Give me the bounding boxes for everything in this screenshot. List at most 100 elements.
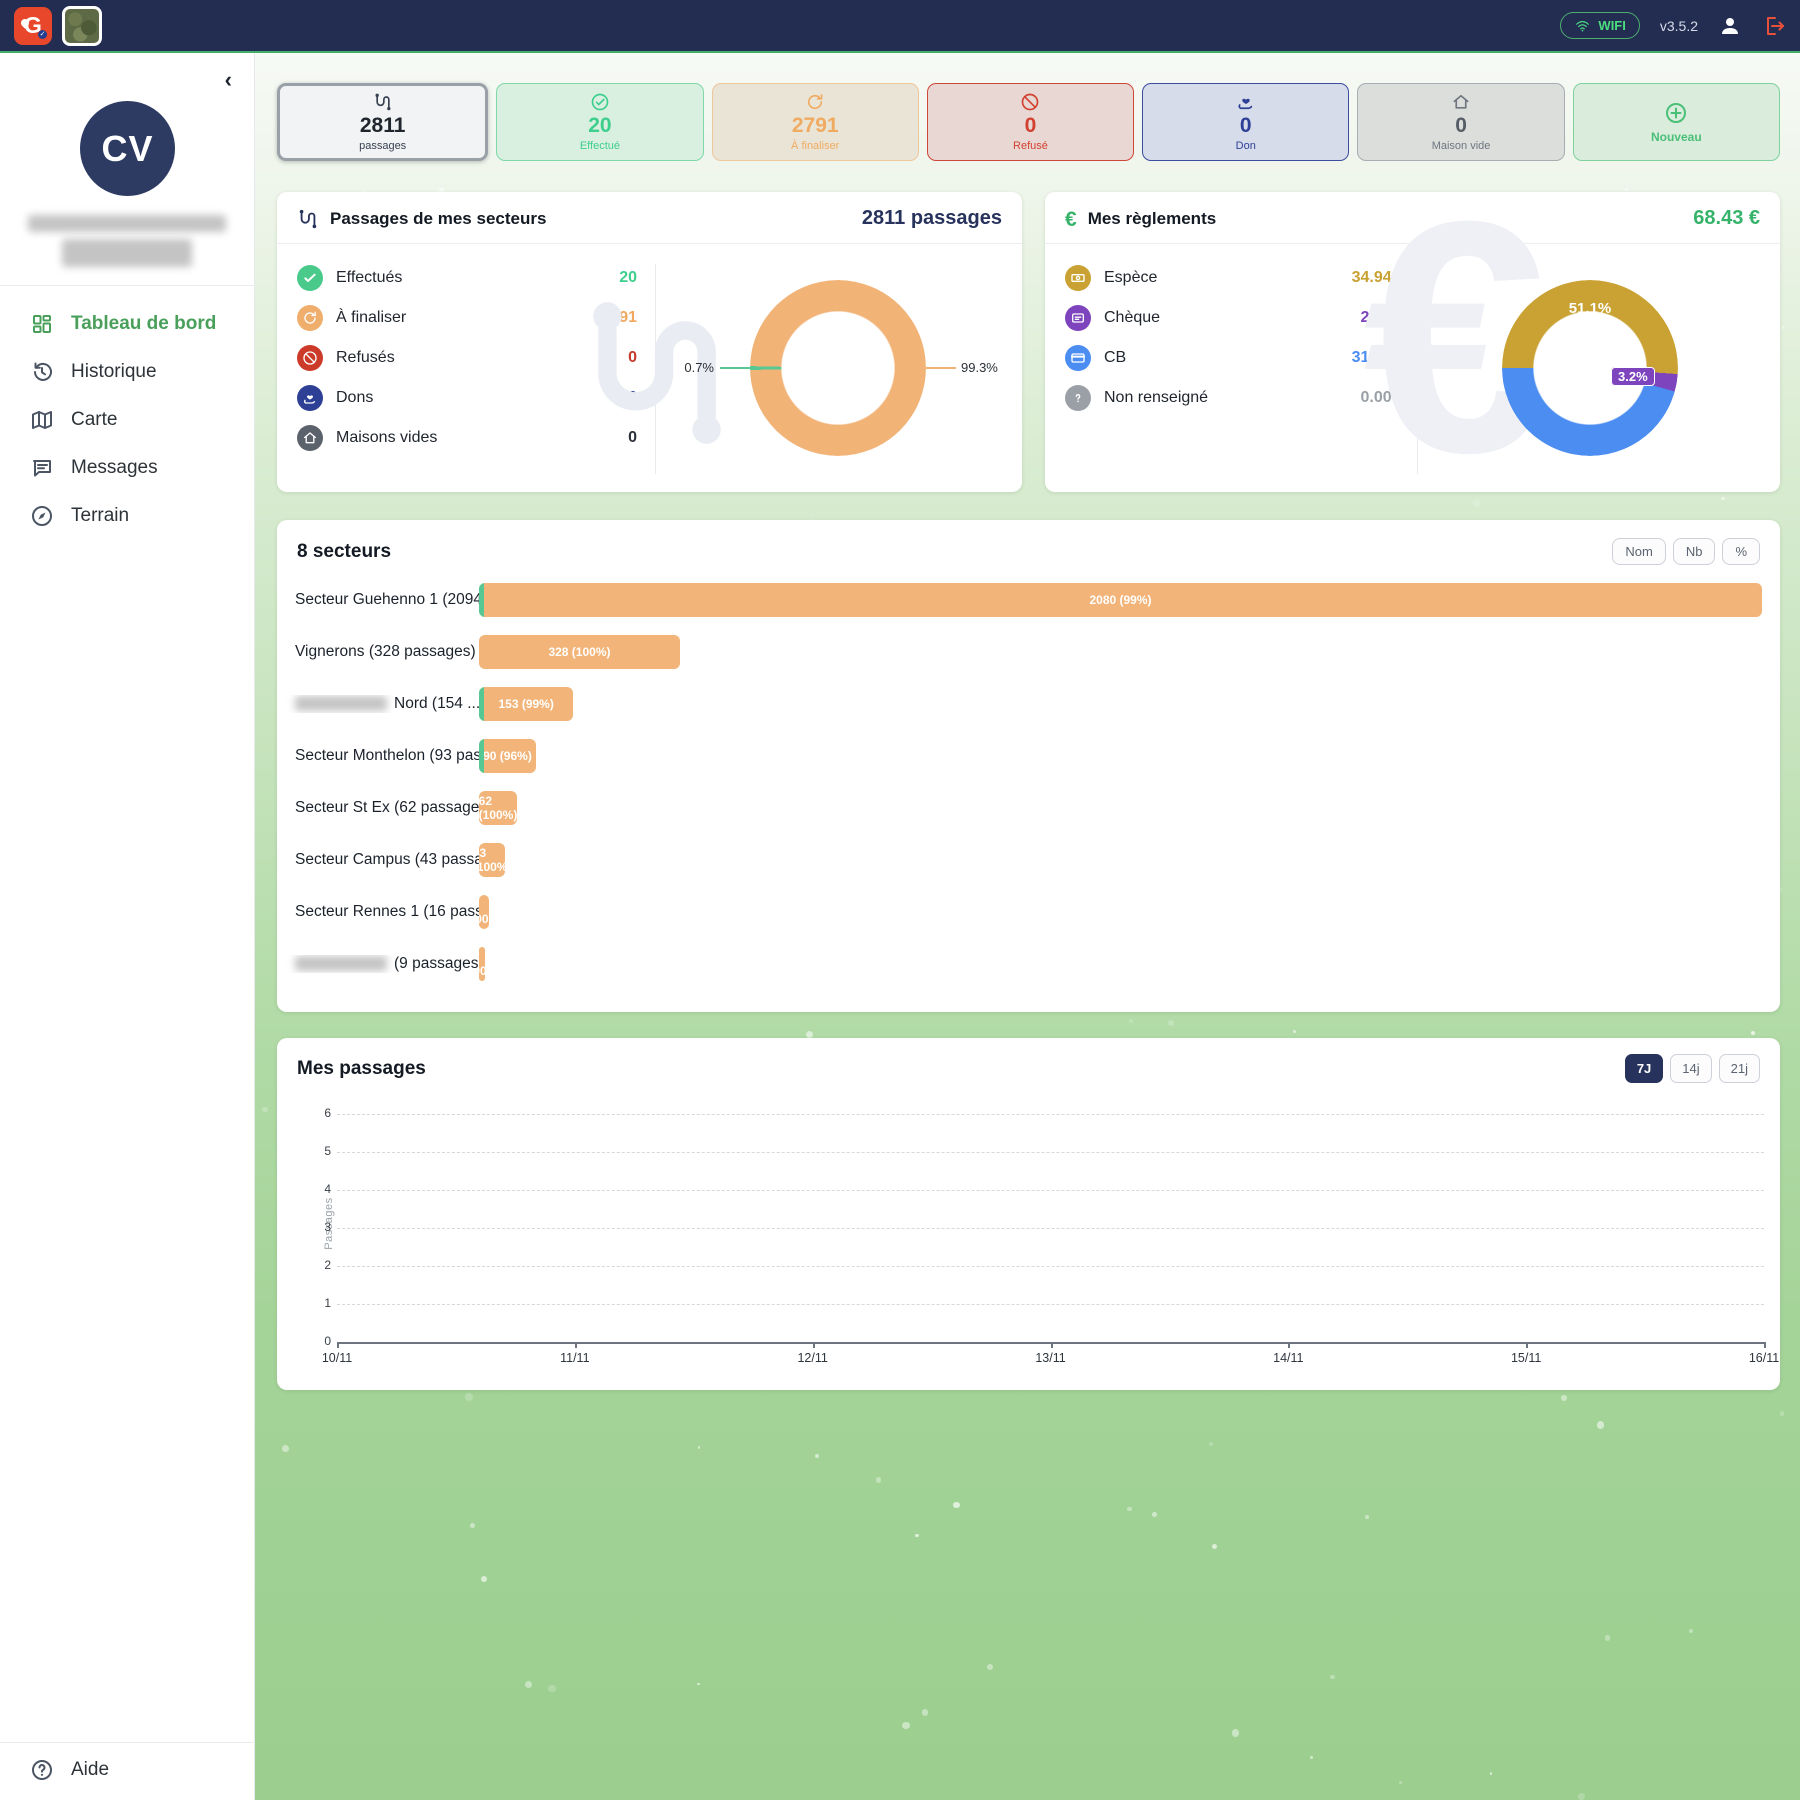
stat-value: 0: [1455, 114, 1467, 137]
snow-dot: [481, 1576, 488, 1583]
payment-row: Chèque2.22 €: [1065, 298, 1405, 338]
snow-dot: [1561, 1395, 1567, 1401]
sidebar-item-dashboard[interactable]: Tableau de bord: [0, 300, 255, 348]
hand-heart-icon: [297, 385, 323, 411]
sidebar-item-map[interactable]: Carte: [0, 396, 255, 444]
range-buttons: 7J14j 21j: [1625, 1054, 1760, 1083]
map-thumbnail[interactable]: [62, 6, 102, 46]
card-title: Mes règlements: [1088, 209, 1217, 229]
logout-icon[interactable]: [1762, 14, 1786, 38]
sidebar-item-label: Aide: [71, 1759, 109, 1781]
snow-dot: [953, 1502, 960, 1509]
snow-dot: [697, 1683, 700, 1686]
stat-card-don[interactable]: 0Don: [1142, 83, 1349, 161]
map-icon: [30, 408, 54, 432]
snow-dot: [1751, 1031, 1755, 1035]
wifi-label: WIFI: [1598, 18, 1625, 33]
gridline-y2: [337, 1266, 1764, 1267]
stat-card-refus-[interactable]: 0Refusé: [927, 83, 1134, 161]
secteur-bar[interactable]: 153 (99%): [479, 687, 573, 721]
passage-status-label: À finaliser: [336, 309, 564, 327]
payment-label: Non renseigné: [1104, 389, 1332, 407]
x-tick-label: 14/11: [1273, 1351, 1303, 1365]
secteur-bar-zone: 16 (100%): [479, 895, 1780, 929]
snow-dot: [470, 1523, 476, 1529]
stat-card-effectu-[interactable]: 20Effectué: [496, 83, 703, 161]
x-tick-mark: [813, 1342, 815, 1348]
stat-value: 2791: [792, 114, 839, 137]
sort-button-%[interactable]: %: [1722, 538, 1760, 565]
history-icon: [30, 360, 54, 384]
y-tick-label: 3: [301, 1220, 331, 1234]
snow-dot: [1127, 1507, 1132, 1512]
sidebar-item-aide[interactable]: Aide: [0, 1743, 255, 1800]
stat-card-passages[interactable]: 2811passages: [277, 83, 488, 161]
snow-dot: [1152, 1512, 1157, 1517]
stat-card--finaliser[interactable]: 2791À finaliser: [712, 83, 919, 161]
sidebar-item-compass[interactable]: Terrain: [0, 492, 255, 540]
secteur-bar[interactable]: 62 (100%): [479, 791, 517, 825]
range-button-14j[interactable]: 14j: [1670, 1054, 1711, 1083]
range-button-21j[interactable]: 21j: [1719, 1054, 1760, 1083]
range-button-7j[interactable]: 7J: [1625, 1054, 1663, 1083]
payment-value: 2.22 €: [1345, 309, 1405, 327]
passage-status-value: 20: [577, 269, 637, 287]
sort-button-nb[interactable]: Nb: [1673, 538, 1716, 565]
sort-button-nom[interactable]: Nom: [1612, 538, 1665, 565]
sidebar-item-chat[interactable]: Messages: [0, 444, 255, 492]
card-title-group: Passages de mes secteurs: [297, 208, 546, 230]
snow-dot: [262, 1107, 267, 1112]
wifi-icon: [1574, 19, 1591, 33]
stat-value: 20: [588, 114, 611, 137]
snow-dot: [876, 1477, 881, 1482]
card-title: Passages de mes secteurs: [330, 209, 546, 229]
passage-status-label: Effectués: [336, 269, 564, 287]
secteur-bar-zone: 90 (96%): [479, 739, 1780, 773]
app-logo-icon[interactable]: G ✓: [14, 7, 52, 45]
secteur-bar[interactable]: 328 (100%): [479, 635, 680, 669]
stat-card-maison-vide[interactable]: 0Maison vide: [1357, 83, 1564, 161]
card-glyph: [1070, 350, 1086, 366]
secteurs-title: 8 secteurs: [297, 541, 391, 563]
snow-dot: [987, 1664, 993, 1670]
sidebar-item-history[interactable]: Historique: [0, 348, 255, 396]
vertical-divider: [1417, 264, 1418, 474]
check-badge-icon: ✓: [38, 30, 47, 39]
user-icon[interactable]: [1718, 14, 1742, 38]
passages-total: 2811 passages: [862, 207, 1002, 230]
card-icon: [1065, 345, 1091, 371]
stat-label: Don: [1236, 140, 1256, 152]
stat-card-nouveau[interactable]: Nouveau: [1573, 83, 1780, 161]
secteur-bar[interactable]: 9 (100%): [479, 947, 485, 981]
secteur-row: Secteur Guehenno 1 (2094 ...2080 (99%): [277, 574, 1780, 626]
secteur-label: Secteur Monthelon (93 pas...: [277, 747, 479, 765]
snow-dot: [548, 1685, 555, 1692]
y-tick-label: 5: [301, 1144, 331, 1158]
check-glyph: [302, 270, 318, 286]
donut-label-espece: 51.1%: [1502, 300, 1678, 317]
sidebar-collapse-button[interactable]: ‹: [225, 69, 232, 91]
hand-heart-icon: [1236, 92, 1256, 112]
stat-value: 2811: [360, 114, 406, 137]
x-tick-label: 16/11: [1749, 1351, 1779, 1365]
gridline-y3: [337, 1228, 1764, 1229]
check-icon: [297, 265, 323, 291]
donut-leader-line: [720, 367, 750, 369]
gridline-y4: [337, 1190, 1764, 1191]
secteur-bar[interactable]: 43 (100%): [479, 843, 505, 877]
secteur-bar-value: 16 (100%): [479, 898, 489, 926]
x-tick-label: 15/11: [1511, 1351, 1541, 1365]
x-tick-mark: [337, 1342, 339, 1348]
route-icon: [297, 208, 319, 230]
dashboard-icon: [30, 312, 54, 336]
secteur-bar[interactable]: 90 (96%): [479, 739, 536, 773]
passage-status-row: À finaliser2791: [297, 298, 637, 338]
secteur-bar[interactable]: 2080 (99%): [479, 583, 1762, 617]
snow-dot: [1780, 1411, 1785, 1416]
donut-chip: 3.2%: [1611, 367, 1655, 386]
secteur-bar-zone: 9 (100%): [479, 947, 1780, 981]
passage-status-row: Dons0: [297, 378, 637, 418]
secteur-label: Vignerons (328 passages): [277, 643, 479, 661]
question-icon: [1065, 385, 1091, 411]
secteur-bar[interactable]: 16 (100%): [479, 895, 489, 929]
